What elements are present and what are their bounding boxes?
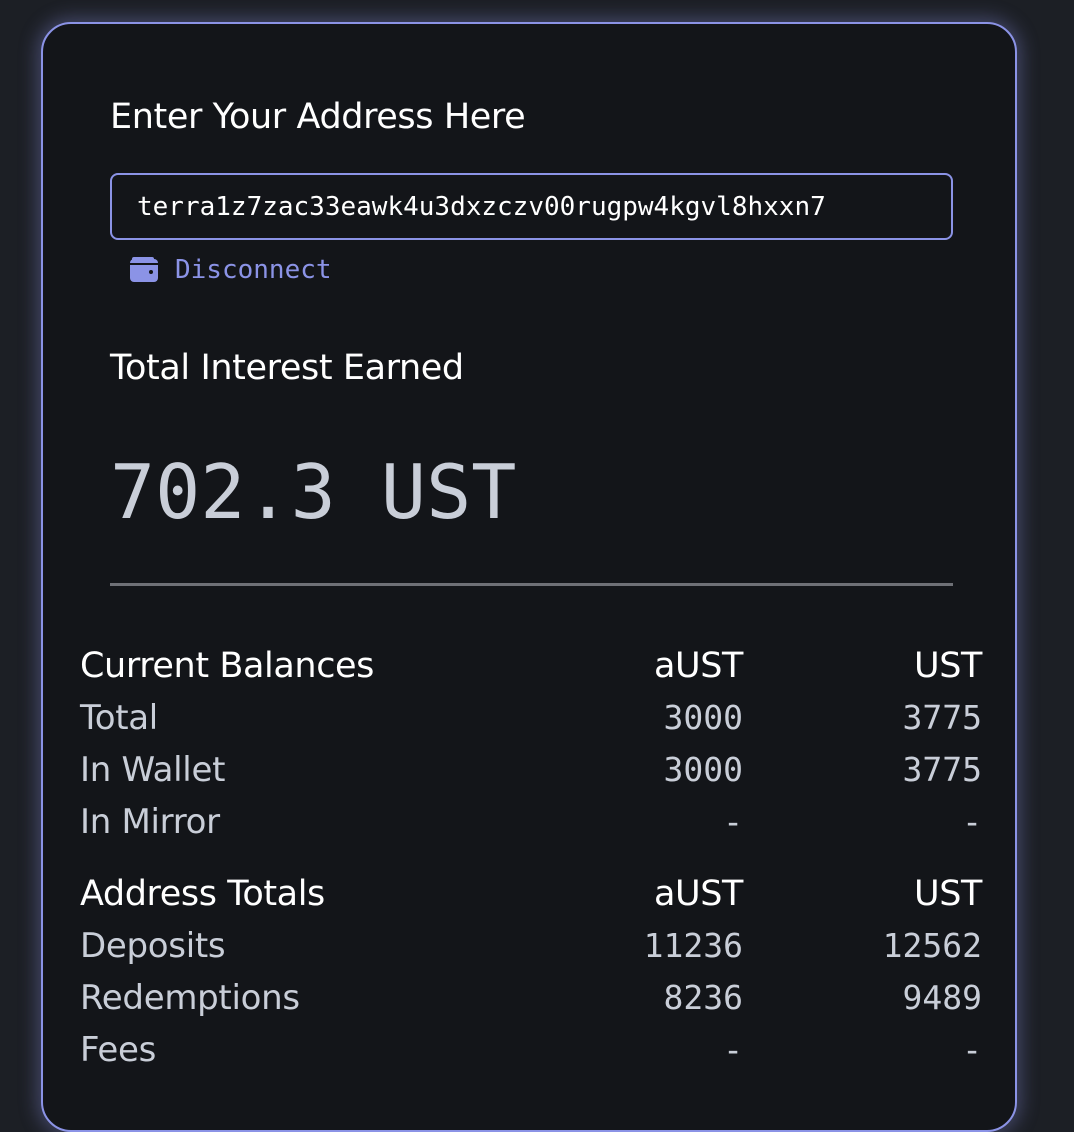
table-title: Current Balances	[80, 646, 375, 686]
disconnect-label: Disconnect	[175, 255, 332, 285]
table-row: Deposits 11236 12562	[80, 920, 982, 972]
row-label: In Mirror	[80, 802, 220, 842]
ust-value: 3775	[902, 698, 982, 737]
ust-value: 12562	[882, 926, 982, 965]
aust-value: -	[723, 1030, 743, 1069]
column-header-aust: aUST	[653, 646, 743, 686]
ust-value: 3775	[902, 750, 982, 789]
interest-label: Total Interest Earned	[110, 348, 464, 388]
aust-value: 8236	[663, 978, 743, 1017]
table-row: In Mirror - -	[80, 796, 982, 848]
table-row: In Wallet 3000 3775	[80, 744, 982, 796]
aust-value: 11236	[643, 926, 743, 965]
column-header-ust: UST	[913, 874, 982, 914]
row-label: In Wallet	[80, 750, 226, 790]
ust-value: 9489	[902, 978, 982, 1017]
interest-value: 702.3 UST	[110, 448, 517, 536]
table-header: Address Totals aUST UST	[80, 868, 982, 920]
divider	[110, 583, 953, 586]
table-row: Fees - -	[80, 1024, 982, 1076]
address-label: Enter Your Address Here	[110, 97, 526, 137]
address-totals-table: Address Totals aUST UST Deposits 11236 1…	[80, 868, 982, 1076]
aust-value: 3000	[663, 698, 743, 737]
row-label: Total	[80, 698, 158, 738]
current-balances-table: Current Balances aUST UST Total 3000 377…	[80, 640, 982, 848]
aust-value: -	[723, 802, 743, 841]
column-header-ust: UST	[913, 646, 982, 686]
table-row: Total 3000 3775	[80, 692, 982, 744]
table-row: Redemptions 8236 9489	[80, 972, 982, 1024]
interest-card: Enter Your Address Here Disconnect Total…	[41, 22, 1017, 1132]
row-label: Redemptions	[80, 978, 300, 1018]
table-header: Current Balances aUST UST	[80, 640, 982, 692]
column-header-aust: aUST	[653, 874, 743, 914]
row-label: Fees	[80, 1030, 157, 1070]
row-label: Deposits	[80, 926, 226, 966]
address-input[interactable]	[110, 173, 953, 240]
wallet-icon	[130, 257, 158, 282]
ust-value: -	[962, 802, 982, 841]
disconnect-button[interactable]: Disconnect	[130, 252, 332, 288]
aust-value: 3000	[663, 750, 743, 789]
ust-value: -	[962, 1030, 982, 1069]
table-title: Address Totals	[80, 874, 325, 914]
